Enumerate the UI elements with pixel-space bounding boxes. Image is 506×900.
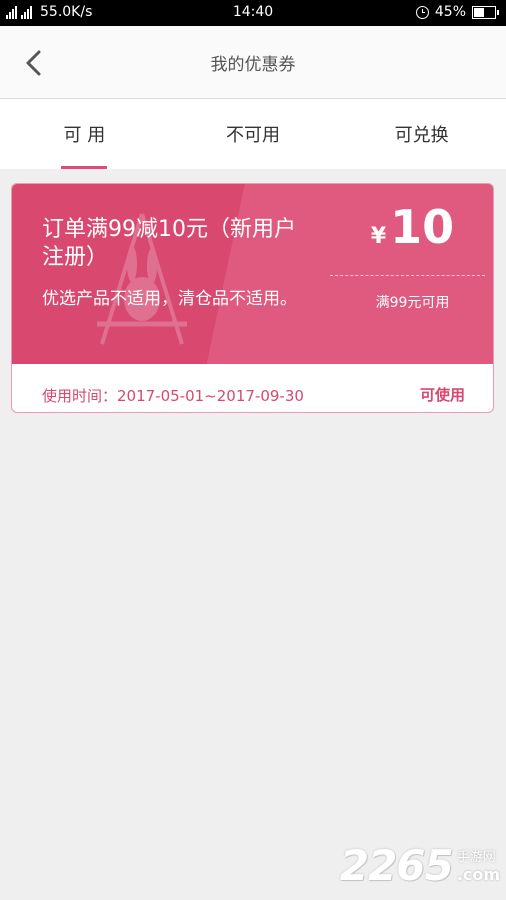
coupon-condition: 满99元可用 (375, 295, 450, 311)
scallop-dot (450, 364, 459, 368)
alarm-icon (415, 5, 429, 19)
coupon-header: 订单满99减10元（新用户注册） 优选产品不适用，清仓品不适用。 ¥10 满99… (12, 184, 493, 364)
scallop-dot (386, 364, 395, 368)
scallop-dot (338, 364, 347, 368)
scallop-dot (306, 364, 315, 368)
scallop-dot (362, 364, 371, 368)
scallop-dot (123, 364, 132, 368)
title-bar: 我的优惠券 (0, 26, 506, 99)
scallop-dot (402, 364, 411, 368)
scallop-dot (107, 364, 116, 368)
coupon-card[interactable]: 订单满99减10元（新用户注册） 优选产品不适用，清仓品不适用。 ¥10 满99… (11, 183, 494, 413)
scallop-dot (227, 364, 236, 368)
scallop-dot (75, 364, 84, 368)
scallop-dot (314, 364, 323, 368)
scallop-dot (139, 364, 148, 368)
scallop-dot (171, 364, 180, 368)
scallop-dot (466, 364, 475, 368)
scallop-dot (410, 364, 419, 368)
scallop-dot (187, 364, 196, 368)
tab-unavailable[interactable]: 不可用 (169, 99, 338, 169)
coupon-title: 订单满99减10元（新用户注册） (42, 217, 296, 270)
status-right: 45% (415, 4, 499, 20)
page-title: 我的优惠券 (210, 55, 296, 75)
scallop-dot (251, 364, 259, 368)
scallop-dot (258, 364, 267, 368)
scallop-dot (43, 364, 52, 368)
scallop-dot (434, 364, 443, 368)
scallop-dot (211, 364, 220, 368)
scallop-dot (99, 364, 108, 368)
scallop-dot (370, 364, 379, 368)
scallop-dot (83, 364, 92, 368)
battery-percent: 45% (434, 4, 466, 20)
scallop-dot (67, 364, 76, 368)
scallop-dot (394, 364, 403, 368)
coupon-description: 优选产品不适用，清仓品不适用。 (42, 289, 297, 309)
scallop-dot (330, 364, 339, 368)
scallop-dot (51, 364, 60, 368)
scallop-dot (442, 364, 451, 368)
scallop-dot (266, 364, 275, 368)
scallop-dot (203, 364, 212, 368)
coupon-divider (330, 275, 485, 276)
coupon-value: 10 (390, 200, 455, 254)
scallop-dot (378, 364, 387, 368)
scallop-dot (195, 364, 204, 368)
scallop-dot (131, 364, 140, 368)
scallop-dot (418, 364, 427, 368)
scallop-dot (354, 364, 363, 368)
scallop-dot (474, 364, 483, 368)
scallop-dot (12, 364, 20, 368)
scallop-dot (59, 364, 68, 368)
scallop-dot (322, 364, 331, 368)
scallop-dot (274, 364, 283, 368)
coupon-amount: ¥10 (330, 200, 493, 254)
watermark-com: .com (456, 865, 500, 884)
scallop-dot (482, 364, 491, 368)
scallop-dot (426, 364, 435, 368)
battery-fill (474, 7, 484, 17)
watermark-number: 2265 (339, 841, 454, 890)
scallop-dot (298, 364, 307, 368)
coupon-scalloped-edge (12, 364, 491, 368)
scallop-dot (235, 364, 244, 368)
scallop-dot (147, 364, 156, 368)
scallop-dot (458, 364, 467, 368)
scallop-dot (290, 364, 299, 368)
status-bar: 55.0K/s 14:40 45% (0, 0, 506, 26)
scallop-dot (179, 364, 188, 368)
scallop-dot (91, 364, 100, 368)
scallop-dot (282, 364, 291, 368)
scallop-dot (243, 364, 252, 368)
watermark-logo: 2265 手游网 .com (340, 841, 500, 890)
scallop-dot (115, 364, 124, 368)
scallop-dot (346, 364, 355, 368)
tab-available[interactable]: 可 用 (0, 99, 169, 169)
scallop-dot (163, 364, 172, 368)
scallop-dot (19, 364, 28, 368)
scallop-dot (27, 364, 36, 368)
scallop-dot (35, 364, 44, 368)
coupon-period: 使用时间：2017-05-01~2017-09-30 (42, 387, 304, 405)
currency-symbol: ¥ (370, 224, 387, 249)
tab-bar: 可 用 不可用 可兑换 (0, 99, 506, 169)
scallop-dot (155, 364, 164, 368)
watermark-cn: 手游网 (456, 850, 496, 865)
coupon-use-button[interactable]: 可使用 (420, 384, 465, 405)
battery-icon (472, 5, 499, 19)
watermark-side: 手游网 .com (457, 846, 500, 884)
tab-exchangeable[interactable]: 可兑换 (337, 99, 506, 169)
scallop-dot (219, 364, 228, 368)
